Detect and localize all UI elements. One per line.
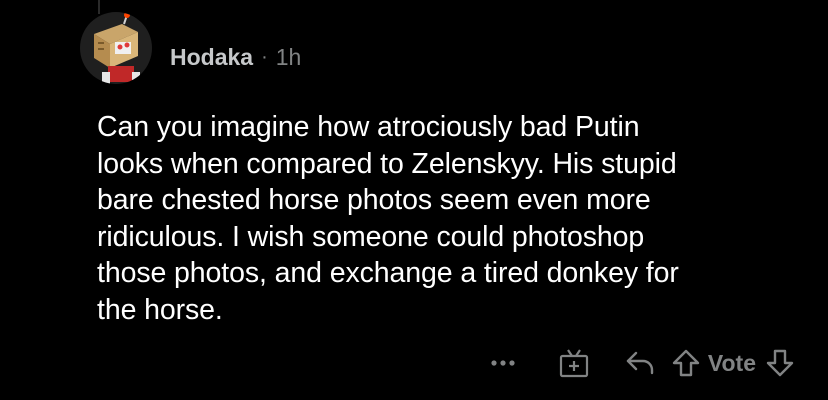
- reply-arrow-icon: [626, 351, 654, 375]
- author-name[interactable]: Hodaka: [170, 44, 253, 71]
- more-horizontal-icon: [491, 360, 515, 366]
- reply-button[interactable]: [620, 343, 660, 383]
- comment-body: Can you imagine how atrociously bad Puti…: [97, 111, 679, 326]
- downvote-arrow-icon: [766, 349, 794, 377]
- upvote-button[interactable]: [668, 343, 704, 383]
- upvote-arrow-icon: [672, 349, 700, 377]
- comment-actions: Vote: [482, 342, 798, 384]
- meta-separator: ·: [261, 45, 268, 68]
- avatar[interactable]: [80, 12, 152, 84]
- award-button[interactable]: [554, 343, 594, 383]
- comment-meta: Hodaka · 1h: [170, 42, 301, 72]
- downvote-button[interactable]: [762, 343, 798, 383]
- more-options-button[interactable]: [482, 343, 524, 383]
- vote-label: Vote: [707, 349, 756, 376]
- comment: Hodaka · 1h Can you imagine how atrociou…: [0, 0, 828, 400]
- comment-timestamp: 1h: [275, 43, 302, 70]
- box-robot-avatar-icon: [94, 12, 140, 84]
- award-gift-icon: [559, 349, 588, 378]
